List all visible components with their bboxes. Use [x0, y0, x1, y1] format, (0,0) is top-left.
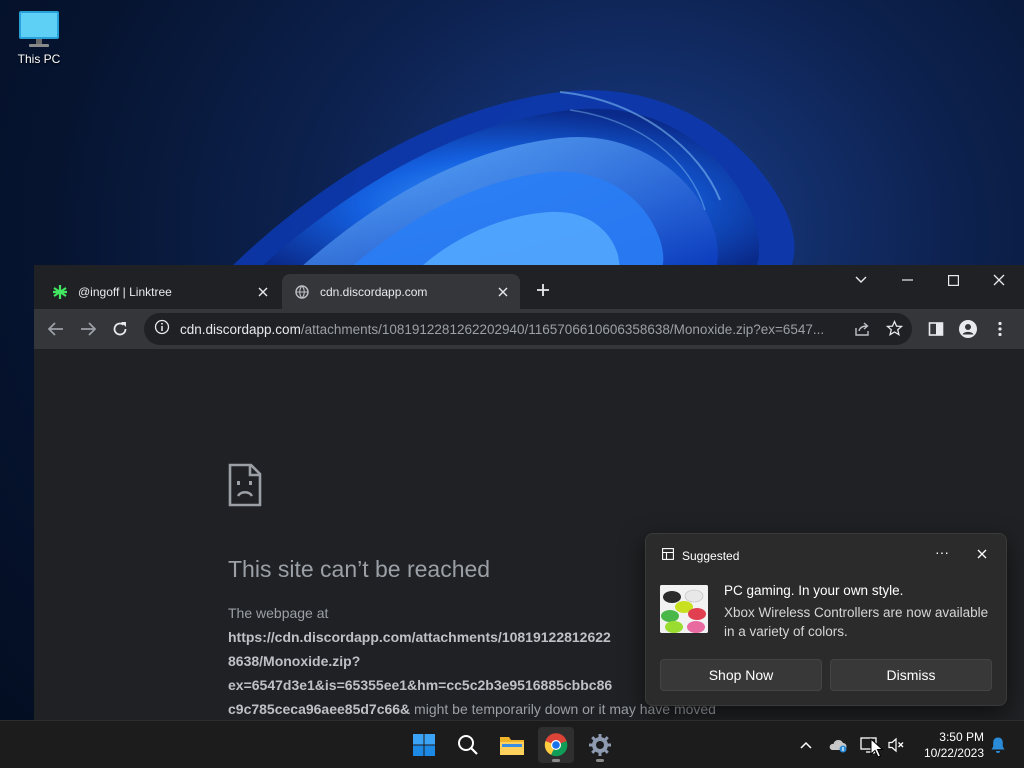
monitor-icon — [17, 8, 61, 50]
tab-linktree[interactable]: @ingoff | Linktree — [40, 274, 280, 309]
show-hidden-icons-chevron-up-icon[interactable] — [794, 733, 818, 757]
url-path: /attachments/1081912281262202940/1165706… — [300, 321, 825, 337]
error-url-part: 8638/Monoxide.zip? — [228, 653, 361, 669]
notification-toast[interactable]: Suggested ··· PC gaming. In your own sty… — [645, 533, 1007, 706]
profile-avatar-icon[interactable] — [954, 315, 982, 343]
kebab-menu-icon[interactable] — [986, 315, 1014, 343]
close-window-icon[interactable] — [976, 265, 1022, 295]
wallpaper-bloom — [230, 90, 795, 268]
address-bar[interactable]: cdn.discordapp.com/attachments/108191228… — [144, 313, 912, 345]
shop-now-button[interactable]: Shop Now — [660, 659, 822, 691]
toast-header-label: Suggested — [682, 548, 740, 563]
back-arrow-icon[interactable] — [42, 315, 70, 343]
linktree-icon — [52, 284, 68, 300]
error-url-part: https://cdn.discordapp.com/attachments/1… — [228, 629, 611, 645]
desktop-icon-label: This PC — [17, 52, 61, 66]
toast-header: Suggested — [662, 548, 739, 563]
settings-gear-icon[interactable] — [582, 727, 618, 763]
error-url-part: ex=6547d3e1&is=65355ee1&hm=cc5c2b3e95168… — [228, 677, 613, 693]
globe-icon — [294, 284, 310, 300]
new-tab-plus-icon[interactable] — [532, 279, 554, 301]
this-pc-desktop-icon[interactable]: This PC — [10, 8, 68, 66]
sad-page-icon — [228, 463, 262, 512]
tab-title: @ingoff | Linktree — [78, 284, 172, 299]
close-tab-icon[interactable] — [254, 283, 272, 301]
browser-toolbar: cdn.discordapp.com/attachments/108191228… — [34, 309, 1024, 349]
dismiss-button[interactable]: Dismiss — [830, 659, 992, 691]
forward-arrow-icon[interactable] — [74, 315, 102, 343]
tab-title: cdn.discordapp.com — [320, 284, 428, 299]
tab-strip: @ingoff | Linktree cdn.discordapp.com — [34, 265, 1024, 309]
error-url-part: c9c785ceca96aee85d7c66& — [228, 701, 411, 717]
toast-more-options[interactable]: ··· — [932, 544, 952, 564]
suggested-app-icon — [662, 548, 674, 563]
clock-date: 10/22/2023 — [923, 746, 984, 760]
volume-muted-icon[interactable] — [884, 733, 908, 757]
system-clock[interactable]: 3:50 PM 10/22/2023 — [910, 729, 984, 761]
side-panel-icon[interactable] — [922, 315, 950, 343]
close-tab-icon[interactable] — [494, 283, 512, 301]
onedrive-cloud-icon[interactable] — [826, 733, 850, 757]
clock-time: 3:50 PM — [939, 730, 984, 744]
maximize-icon[interactable] — [930, 265, 976, 295]
tab-discord-cdn[interactable]: cdn.discordapp.com — [282, 274, 520, 309]
file-explorer-icon[interactable] — [494, 727, 530, 763]
tab-search-chevron-down-icon[interactable] — [838, 265, 884, 295]
chrome-icon[interactable] — [538, 727, 574, 763]
error-title: This site can’t be reached — [228, 556, 491, 582]
site-info-icon[interactable] — [154, 319, 170, 340]
search-icon[interactable] — [450, 727, 486, 763]
minimize-icon[interactable] — [884, 265, 930, 295]
bookmark-star-icon[interactable] — [885, 319, 904, 342]
url-text[interactable]: cdn.discordapp.com/attachments/108191228… — [180, 322, 844, 337]
toast-body: Xbox Wireless Controllers are now availa… — [724, 605, 989, 639]
notification-bell-icon[interactable] — [986, 733, 1010, 757]
url-host: cdn.discordapp.com — [180, 321, 301, 337]
reload-icon[interactable] — [106, 315, 134, 343]
start-windows-icon[interactable] — [406, 727, 442, 763]
running-indicator — [596, 759, 604, 762]
share-icon[interactable] — [854, 321, 870, 342]
running-indicator — [552, 759, 560, 762]
toast-headline: PC gaming. In your own style. — [724, 583, 904, 598]
xbox-controllers-thumbnail — [660, 585, 708, 633]
mouse-cursor-icon — [870, 738, 884, 758]
toast-close-icon[interactable] — [972, 544, 992, 564]
